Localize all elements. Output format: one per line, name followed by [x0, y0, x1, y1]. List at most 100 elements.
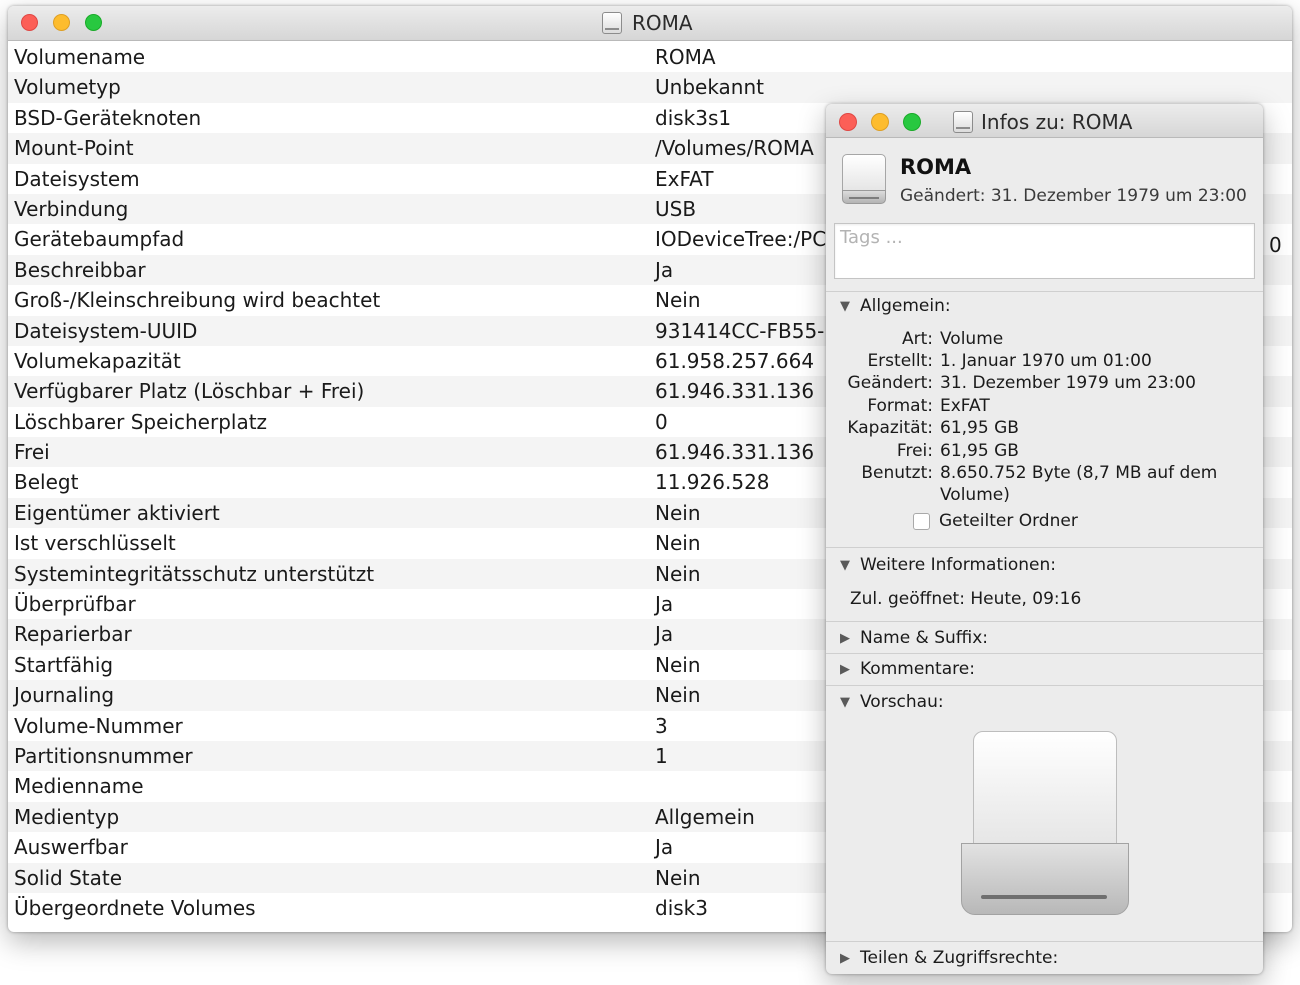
- info-close-button[interactable]: [839, 113, 857, 131]
- disclosure-closed-icon: ▶: [840, 630, 850, 646]
- property-label: Mount-Point: [14, 136, 134, 161]
- property-label: Volumename: [14, 45, 146, 69]
- general-info-key: Benutzt:: [861, 463, 933, 483]
- property-value: Nein: [655, 652, 701, 677]
- property-value: ExFAT: [655, 166, 714, 191]
- disclosure-open-icon: ▼: [840, 298, 850, 314]
- preview-drive-icon: [959, 731, 1131, 919]
- info-titlebar[interactable]: Infos zu: ROMA: [826, 104, 1263, 138]
- property-label: Startfähig: [14, 652, 114, 677]
- property-label: Verbindung: [14, 196, 129, 221]
- section-weitere-label: Weitere Informationen:: [860, 555, 1056, 575]
- shared-folder-checkbox-row[interactable]: Geteilter Ordner: [913, 511, 1078, 531]
- property-label: Journaling: [14, 683, 115, 708]
- property-value: USB: [655, 196, 697, 221]
- section-teilen-zugriffsrechte[interactable]: ▶ Teilen & Zugriffsrechte:: [840, 948, 1058, 968]
- property-label: Frei: [14, 440, 50, 465]
- general-info-key: Geändert:: [847, 373, 933, 393]
- property-value: Ja: [655, 592, 674, 617]
- property-label: Eigentümer aktiviert: [14, 500, 220, 525]
- general-info-key: Kapazität:: [847, 418, 933, 438]
- general-info-value: 61,95 GB: [940, 441, 1019, 461]
- drive-icon: [953, 111, 973, 133]
- property-value: Nein: [655, 683, 701, 708]
- property-label: Verfügbarer Platz (Löschbar + Frei): [14, 379, 365, 404]
- property-value: Nein: [655, 865, 701, 890]
- section-name-suffix[interactable]: ▶ Name & Suffix:: [840, 628, 988, 648]
- property-label: Dateisystem: [14, 166, 140, 191]
- property-label: Dateisystem-UUID: [14, 318, 198, 343]
- property-value: Unbekannt: [655, 75, 764, 100]
- property-value: Ja: [655, 622, 674, 647]
- property-label: Reparierbar: [14, 622, 132, 647]
- property-value: Nein: [655, 500, 701, 525]
- property-label: Beschreibbar: [14, 257, 146, 282]
- property-value: 61.946.331.136: [655, 379, 815, 404]
- property-label: Volume-Nummer: [14, 713, 183, 738]
- tags-input[interactable]: Tags ...: [834, 223, 1255, 279]
- property-value: Ja: [655, 835, 674, 860]
- property-value: 931414CC-FB55-: [655, 318, 825, 343]
- volume-name: ROMA: [900, 155, 972, 179]
- disclosure-open-icon: ▼: [840, 694, 850, 710]
- property-value: 0: [655, 409, 668, 434]
- property-value: /Volumes/ROMA: [655, 136, 814, 161]
- property-value: ROMA: [655, 45, 716, 69]
- zoom-button[interactable]: [85, 14, 102, 31]
- get-info-window: Infos zu: ROMA ROMA Geändert: 31. Dezemb…: [826, 104, 1263, 974]
- last-opened: Zul. geöffnet: Heute, 09:16: [850, 589, 1082, 609]
- shared-folder-checkbox[interactable]: [913, 512, 930, 530]
- section-kommentare[interactable]: ▶ Kommentare:: [840, 659, 975, 679]
- truncated-value-tail: 0: [1269, 233, 1282, 257]
- property-label: Medientyp: [14, 804, 120, 829]
- drive-icon: [602, 12, 622, 34]
- minimize-button[interactable]: [53, 14, 70, 31]
- info-window-title: Infos zu: ROMA: [953, 105, 1132, 139]
- disclosure-open-icon: ▼: [840, 557, 850, 573]
- property-value: 1: [655, 743, 668, 768]
- property-value: Nein: [655, 531, 701, 556]
- general-info-value: 8.650.752 Byte (8,7 MB auf dem Volume): [940, 463, 1218, 505]
- section-allgemein[interactable]: ▼ Allgemein:: [840, 296, 951, 316]
- section-allgemein-label: Allgemein:: [860, 296, 951, 316]
- volume-modified-date: Geändert: 31. Dezember 1979 um 23:00: [900, 186, 1247, 206]
- info-zoom-button[interactable]: [903, 113, 921, 131]
- table-row: Volumetyp Unbekannt: [8, 72, 1292, 103]
- general-info-key: Frei:: [896, 441, 933, 461]
- general-info-key: Erstellt:: [867, 351, 933, 371]
- property-label: Volumekapazität: [14, 348, 181, 373]
- property-label: Auswerfbar: [14, 835, 128, 860]
- info-window-title-text: Infos zu: ROMA: [981, 110, 1133, 134]
- info-minimize-button[interactable]: [871, 113, 889, 131]
- property-value: 61.946.331.136: [655, 440, 815, 465]
- section-teilen-label: Teilen & Zugriffsrechte:: [860, 948, 1059, 968]
- shared-folder-label: Geteilter Ordner: [939, 511, 1078, 531]
- property-label: Löschbarer Speicherplatz: [14, 409, 268, 434]
- property-value: 11.926.528: [655, 470, 770, 495]
- section-weitere-informationen[interactable]: ▼ Weitere Informationen:: [840, 555, 1056, 575]
- main-titlebar[interactable]: ROMA: [8, 6, 1292, 41]
- close-button[interactable]: [21, 14, 38, 31]
- general-info-value: 61,95 GB: [940, 418, 1019, 438]
- window-title-text: ROMA: [632, 11, 693, 35]
- section-name-suffix-label: Name & Suffix:: [860, 628, 989, 648]
- property-value: Allgemein: [655, 804, 755, 829]
- property-label: Ist verschlüsselt: [14, 531, 176, 556]
- general-info-value: Volume: [940, 329, 1004, 349]
- general-info-key: Art:: [901, 329, 933, 349]
- table-row: Volumename ROMA: [8, 42, 1292, 72]
- property-value: Nein: [655, 561, 701, 586]
- general-info-key: Format:: [867, 396, 933, 416]
- section-vorschau[interactable]: ▼ Vorschau:: [840, 692, 944, 712]
- property-value: 3: [655, 713, 668, 738]
- property-label: BSD-Geräteknoten: [14, 105, 202, 130]
- volume-icon: [842, 154, 886, 204]
- property-value: Ja: [655, 257, 674, 282]
- window-title: ROMA: [602, 6, 693, 40]
- property-label: Belegt: [14, 470, 79, 495]
- disclosure-closed-icon: ▶: [840, 950, 850, 966]
- property-value: IODeviceTree:/PC: [655, 227, 827, 252]
- general-info-value: 1. Januar 1970 um 01:00: [940, 351, 1152, 371]
- property-label: Groß-/Kleinschreibung wird beachtet: [14, 288, 381, 313]
- property-value: disk3s1: [655, 105, 732, 130]
